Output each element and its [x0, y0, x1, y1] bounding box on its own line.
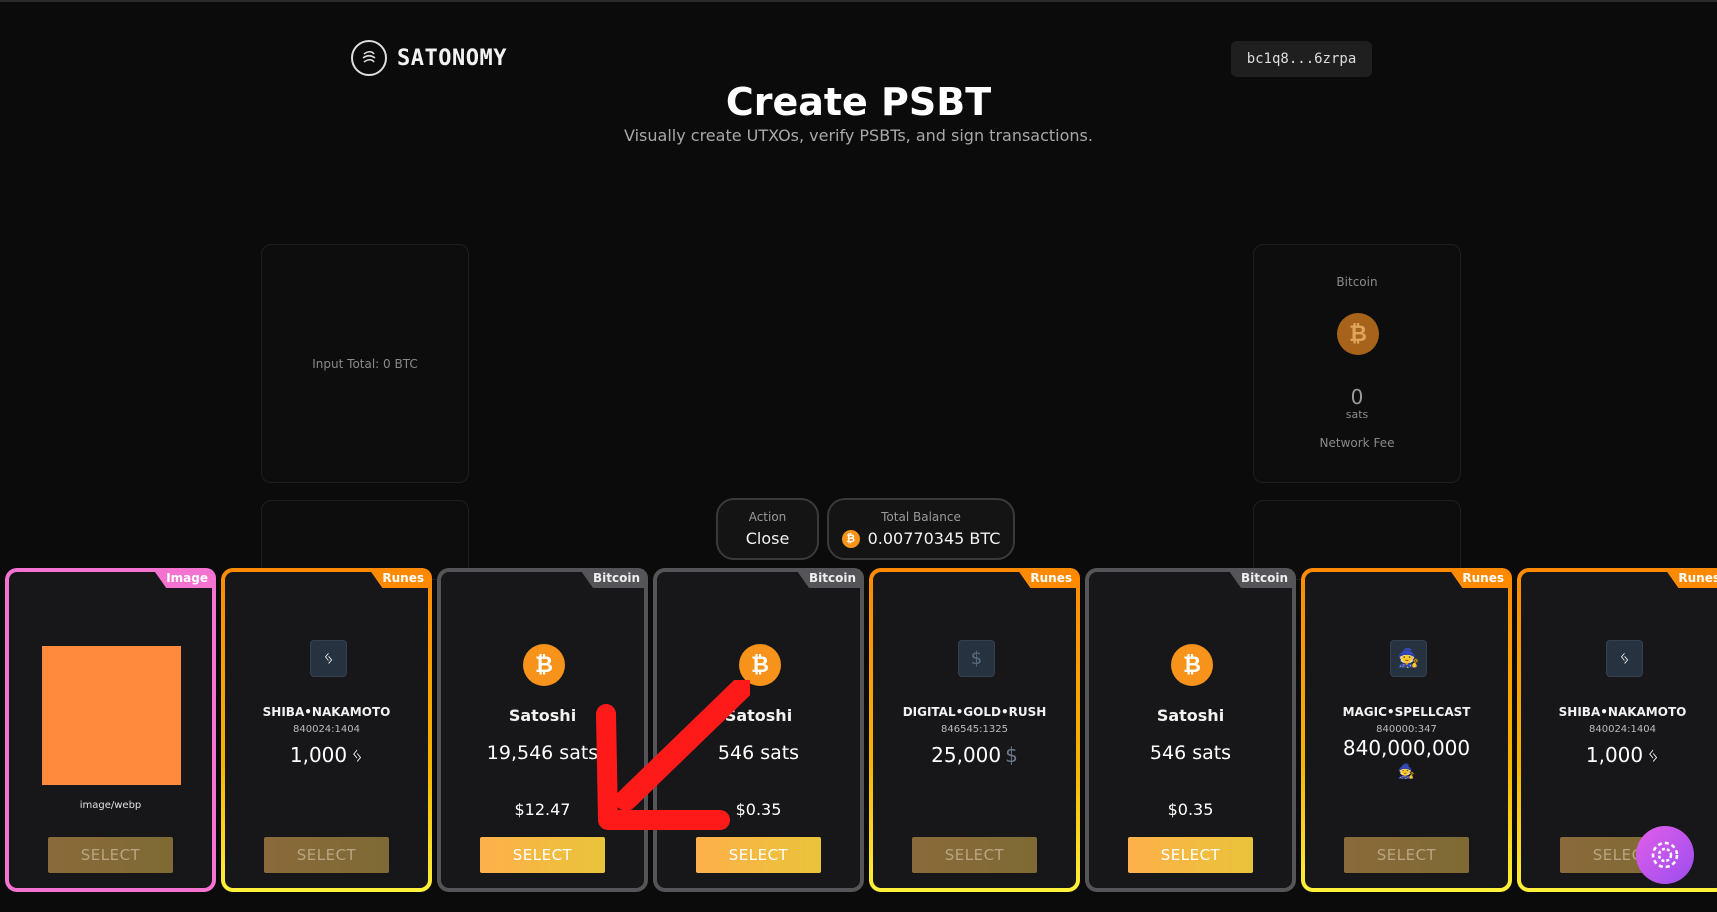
page-subtitle: Visually create UTXOs, verify PSBTs, and…: [624, 126, 1093, 145]
select-button[interactable]: SELECT: [264, 837, 389, 873]
input-panel[interactable]: Input Total: 0 BTC: [261, 244, 469, 483]
rune-id: 840024:1404: [1589, 724, 1656, 735]
utxo-sats: 546 sats: [1149, 742, 1232, 764]
bitcoin-icon: ₿: [523, 644, 565, 686]
bitcoin-icon: ₿: [841, 529, 860, 548]
rune-amount: 25,000 $: [931, 743, 1018, 767]
card-tag: Bitcoin: [578, 568, 648, 588]
rune-id: 846545:1325: [941, 724, 1008, 735]
fee-value: 0: [1350, 385, 1364, 409]
select-button[interactable]: SELECT: [1344, 837, 1469, 873]
rune-symbol-icon: ᛃ: [1606, 640, 1643, 677]
select-button[interactable]: SELECT: [48, 837, 173, 873]
balance-label: Total Balance: [881, 510, 961, 524]
input-total: Input Total: 0 BTC: [312, 356, 418, 371]
rune-amount: 1,000 ᛃ: [289, 743, 364, 767]
spiral-icon: [1651, 841, 1679, 869]
card-tag: Runes: [368, 568, 432, 588]
select-button[interactable]: SELECT: [480, 837, 605, 873]
bitcoin-icon: ₿: [1171, 644, 1213, 686]
top-border: [0, 0, 1717, 2]
card-tag: Bitcoin: [1226, 568, 1296, 588]
rune-amount: 840,000,000: [1342, 736, 1471, 760]
wallet-address-button[interactable]: bc1q8...6zrpa: [1231, 41, 1372, 77]
red-arrow-annotation: [596, 680, 750, 830]
rune-symbol: $: [1005, 743, 1018, 767]
action-label: Action: [748, 510, 787, 524]
rune-name: SHIBA•NAKAMOTO: [262, 705, 391, 719]
card-tag: Bitcoin: [794, 568, 864, 588]
utxo-card-runes[interactable]: Runes $ DIGITAL•GOLD•RUSH 846545:1325 25…: [869, 568, 1080, 892]
satonomy-logo-icon: [351, 40, 387, 76]
utxo-usd: $0.35: [1167, 800, 1214, 819]
balance-value: 0.00770345 BTC: [867, 529, 1001, 548]
card-tag: Image: [152, 568, 216, 588]
fee-asset-label: Bitcoin: [1336, 275, 1378, 289]
action-pill[interactable]: Action Close: [716, 498, 819, 560]
rune-amount: 1,000 ᛃ: [1585, 743, 1660, 767]
card-tag: Runes: [1448, 568, 1512, 588]
select-button[interactable]: SELECT: [1128, 837, 1253, 873]
total-balance-pill: Total Balance ₿ 0.00770345 BTC: [827, 498, 1015, 560]
inscription-image: [42, 646, 181, 785]
logo-text: SATONOMY: [397, 45, 507, 71]
rune-id: 840000:347: [1376, 724, 1437, 735]
action-value: Close: [745, 529, 790, 548]
select-button[interactable]: SELECT: [912, 837, 1037, 873]
card-tag: Runes: [1664, 568, 1717, 588]
bitcoin-icon: ₿: [1337, 313, 1379, 355]
rune-symbol-icon: ᛃ: [310, 640, 347, 677]
rune-symbol-icon: $: [958, 640, 995, 677]
utxo-card-bitcoin[interactable]: Bitcoin ₿ Satoshi 546 sats $0.35 SELECT: [1085, 568, 1296, 892]
select-button[interactable]: SELECT: [696, 837, 821, 873]
fee-caption: Network Fee: [1319, 436, 1395, 450]
rune-id: 840024:1404: [293, 724, 360, 735]
utxo-name: Satoshi: [1156, 706, 1225, 725]
assistant-chat-button[interactable]: [1636, 826, 1694, 884]
wizard-icon: 🧙: [1397, 764, 1416, 780]
page-title: Create PSBT: [725, 80, 992, 124]
card-tag: Runes: [1016, 568, 1080, 588]
wizard-icon: 🧙: [1390, 640, 1427, 677]
rune-name: SHIBA•NAKAMOTO: [1558, 705, 1687, 719]
utxo-card-runes[interactable]: Runes ᛃ SHIBA•NAKAMOTO 840024:1404 1,000…: [221, 568, 432, 892]
utxo-card-image[interactable]: Image image/webp SELECT: [5, 568, 216, 892]
rune-name: DIGITAL•GOLD•RUSH: [902, 705, 1047, 719]
logo[interactable]: SATONOMY: [351, 40, 507, 76]
utxo-card-runes[interactable]: Runes 🧙 MAGIC•SPELLCAST 840000:347 840,0…: [1301, 568, 1512, 892]
rune-symbol: ᛃ: [351, 743, 364, 767]
rune-name: MAGIC•SPELLCAST: [1342, 705, 1471, 719]
fee-unit: sats: [1345, 408, 1369, 421]
mime-type: image/webp: [79, 800, 142, 811]
rune-symbol: ᛃ: [1647, 743, 1660, 767]
network-fee-panel[interactable]: Bitcoin ₿ 0 sats Network Fee: [1253, 244, 1461, 483]
